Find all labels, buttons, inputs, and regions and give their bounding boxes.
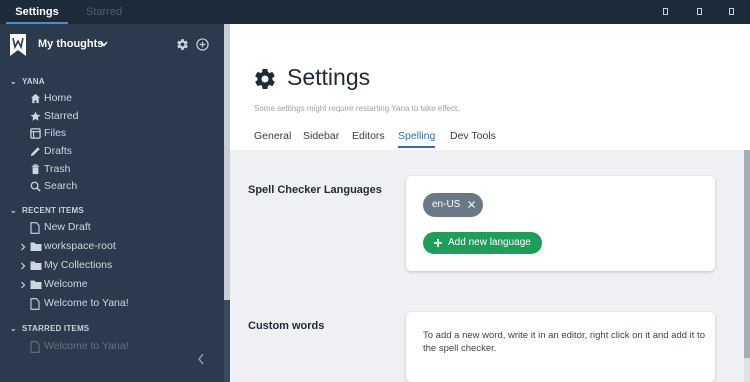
gear-icon[interactable]: [176, 38, 189, 51]
language-chip-en-us: en-US: [423, 193, 483, 217]
top-tab-settings[interactable]: Settings: [6, 0, 68, 24]
folder-icon: [30, 261, 42, 270]
custom-words-label: Custom words: [248, 320, 325, 332]
window-control-icon[interactable]: [663, 8, 668, 15]
page-title: Settings: [287, 64, 371, 90]
top-tab-bar: Settings Starred: [0, 0, 750, 24]
star-icon: [30, 111, 41, 121]
folder-icon: [30, 280, 42, 289]
spell-checker-card: [406, 176, 715, 271]
home-icon: [30, 93, 41, 104]
section-header-yana[interactable]: ⌄ YANA: [10, 77, 45, 86]
search-icon: [30, 181, 41, 192]
section-header-recent[interactable]: ⌄ RECENT ITEMS: [10, 206, 84, 215]
chevron-right-icon[interactable]: [20, 281, 26, 289]
document-icon: [30, 341, 40, 353]
workspace-title[interactable]: My thoughts: [38, 38, 103, 50]
folder-icon: [30, 242, 42, 251]
files-icon: [30, 128, 41, 139]
add-circle-icon[interactable]: [196, 38, 209, 51]
tab-general[interactable]: General: [254, 130, 291, 150]
plus-icon: [434, 239, 442, 247]
pencil-icon: [30, 147, 40, 157]
chevron-right-icon[interactable]: [20, 243, 26, 251]
document-icon: [30, 298, 40, 310]
chevron-right-icon[interactable]: [20, 262, 26, 270]
add-new-language-button[interactable]: Add new language: [423, 232, 542, 254]
content-scrollbar-thumb[interactable]: [744, 150, 750, 358]
tab-spelling[interactable]: Spelling: [398, 130, 436, 150]
document-icon: [30, 222, 40, 234]
tab-editors[interactable]: Editors: [352, 130, 385, 150]
trash-icon: [31, 164, 40, 175]
custom-words-info: To add a new word, write it in an editor…: [423, 330, 705, 354]
section-header-starred[interactable]: ⌄ STARRED ITEMS: [10, 324, 89, 333]
top-tab-starred[interactable]: Starred: [86, 0, 122, 24]
yana-logo-icon: [10, 34, 26, 56]
tab-dev-tools[interactable]: Dev Tools: [450, 130, 496, 150]
window-control-icon[interactable]: [729, 8, 734, 15]
settings-gear-icon: [255, 69, 275, 90]
remove-language-icon[interactable]: [467, 200, 476, 209]
tab-sidebar[interactable]: Sidebar: [303, 130, 339, 150]
spell-checker-languages-label: Spell Checker Languages: [248, 184, 382, 196]
chevron-down-icon[interactable]: [100, 40, 108, 48]
window-control-icon[interactable]: [697, 8, 702, 15]
page-subtitle: Some settings might require restarting Y…: [254, 104, 460, 113]
collapse-sidebar-icon[interactable]: [196, 352, 206, 366]
